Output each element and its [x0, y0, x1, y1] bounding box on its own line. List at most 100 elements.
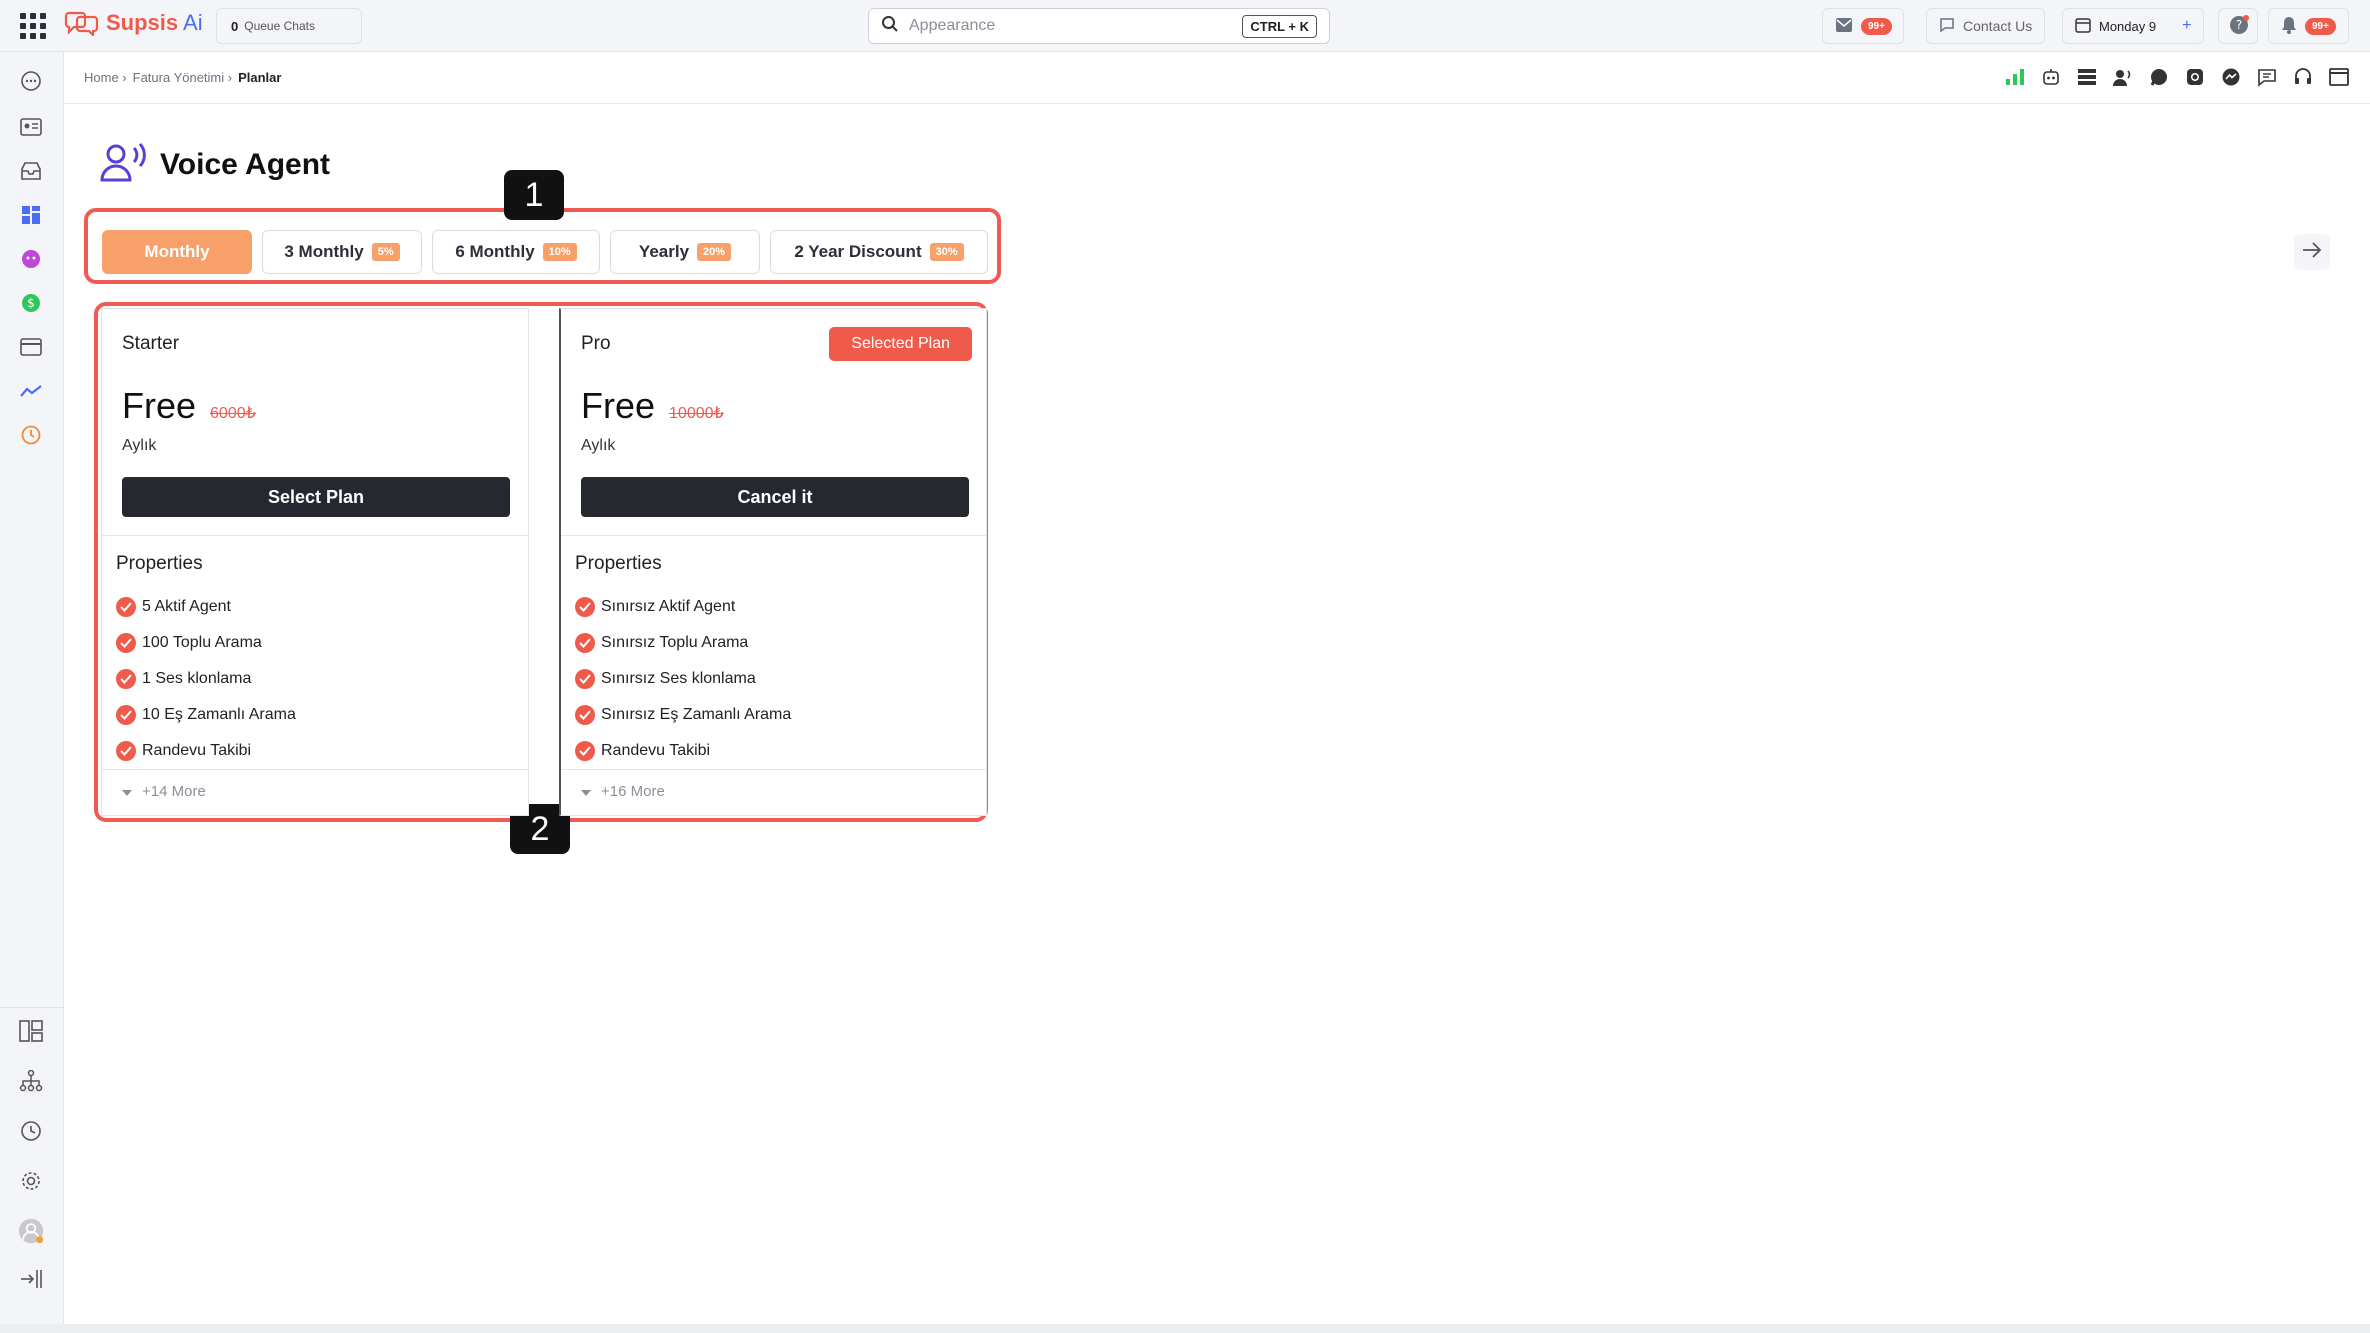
instagram-icon[interactable]	[2184, 66, 2206, 88]
check-icon	[575, 597, 595, 617]
mail-icon	[1835, 17, 1853, 36]
voice-agent-icon	[100, 142, 146, 187]
sidebar-clock-icon[interactable]	[18, 422, 44, 448]
plan-period: Aylık	[122, 437, 157, 454]
plan-name: Starter	[122, 333, 180, 354]
logo-icon	[64, 10, 100, 38]
date-label: Monday 9	[2099, 18, 2157, 34]
sidebar-hierarchy-icon[interactable]	[18, 1068, 44, 1094]
sidebar-billing-icon[interactable]	[18, 334, 44, 360]
check-icon	[575, 669, 595, 689]
mail-button[interactable]: 99+	[1822, 8, 1904, 44]
feature-label: Sınırsız Ses klonlama	[601, 670, 756, 687]
contact-us-button[interactable]: Contact Us	[1926, 8, 2046, 44]
queue-chats-button[interactable]: 0 Queue Chats	[216, 8, 362, 44]
billing-period-tabs: Monthly 3 Monthly 5% 6 Monthly 10% Yearly 2…	[102, 230, 988, 274]
sidebar-dashboard-icon[interactable]	[18, 202, 44, 228]
sidebar-chat-icon[interactable]	[18, 68, 44, 94]
sidebar-history-icon[interactable]	[18, 1118, 44, 1144]
notifications-button[interactable]: 99+	[2268, 8, 2349, 44]
feature-label: Sınırsız Toplu Arama	[601, 634, 749, 651]
marker-1: 1	[504, 170, 564, 220]
sidebar-settings-icon[interactable]	[18, 1168, 44, 1194]
list-icon[interactable]	[2076, 66, 2098, 88]
sidebar-avatar[interactable]	[18, 1218, 44, 1244]
card-divider	[102, 535, 528, 536]
messenger-icon[interactable]	[2220, 66, 2242, 88]
help-button[interactable]: ?	[2218, 8, 2258, 44]
plan-card-pro: Pro Selected Plan Free 10000₺ Aylık Canc…	[559, 308, 987, 816]
sidebar-divider	[0, 1007, 64, 1008]
show-more-label: +16 More	[601, 783, 665, 800]
voice-agent-icon[interactable]	[2112, 66, 2134, 88]
robot-icon[interactable]	[2040, 66, 2062, 88]
sidebar-analytics-icon[interactable]	[18, 378, 44, 404]
search-input[interactable]: Appearance	[909, 17, 1242, 35]
breadcrumb-home[interactable]: Home ›	[84, 70, 127, 85]
tab-yearly[interactable]: Yearly 20%	[610, 230, 760, 274]
calendar-icon	[2075, 17, 2091, 36]
breadcrumb-billing[interactable]: Fatura Yönetimi ›	[133, 70, 232, 85]
chat-bubble-icon	[1939, 17, 1955, 36]
apps-grid-icon[interactable]	[20, 13, 46, 39]
sidebar-contacts-icon[interactable]	[18, 114, 44, 140]
sidebar: $	[0, 52, 64, 1324]
scroll-right-button[interactable]	[2294, 234, 2330, 270]
svg-text:?: ?	[2236, 18, 2242, 32]
search-icon	[881, 15, 899, 38]
window-icon[interactable]	[2328, 66, 2350, 88]
select-plan-button[interactable]: Select Plan	[122, 477, 510, 517]
date-button[interactable]: Monday 9 +	[2062, 8, 2205, 44]
main-content: Home › Fatura Yönetimi › Planlar Voice A…	[64, 52, 2370, 1324]
properties-title: Properties	[575, 553, 662, 574]
feature-item: 5 Aktif Agent	[116, 589, 296, 625]
sidebar-collapse-icon[interactable]	[18, 1266, 44, 1292]
sms-icon[interactable]	[2256, 66, 2278, 88]
headset-icon[interactable]	[2292, 66, 2314, 88]
feature-label: Randevu Takibi	[601, 742, 711, 759]
sidebar-layout-icon[interactable]	[18, 1018, 44, 1044]
signal-icon[interactable]	[2004, 66, 2026, 88]
discount-badge: 5%	[371, 243, 400, 261]
queue-label: Queue Chats	[244, 19, 315, 33]
whatsapp-icon[interactable]	[2148, 66, 2170, 88]
page-title: Voice Agent	[160, 147, 331, 181]
queue-count: 0	[231, 18, 239, 34]
tab-label: Yearly	[638, 242, 690, 261]
sidebar-inbox-icon[interactable]	[18, 158, 44, 184]
logo[interactable]: Supsis Ai	[64, 10, 203, 38]
check-icon	[575, 633, 595, 653]
add-icon[interactable]: +	[2182, 17, 2191, 35]
check-icon	[575, 705, 595, 725]
plan-price: Free 6000₺	[122, 385, 256, 427]
feature-item: Randevu Takibi	[116, 733, 296, 769]
caret-down-icon	[122, 783, 132, 800]
contact-us-label: Contact Us	[1963, 18, 2033, 34]
plan-price: Free 10000₺	[581, 385, 724, 427]
search-shortcut: CTRL + K	[1242, 14, 1317, 38]
svg-text:$: $	[27, 296, 35, 310]
price-old: 6000₺	[210, 405, 256, 422]
tab-2-year[interactable]: 2 Year Discount 30%	[770, 230, 988, 274]
notifications-badge: 99+	[2305, 17, 2336, 35]
sidebar-money-icon[interactable]: $	[18, 290, 44, 316]
page-header: Voice Agent	[100, 142, 330, 187]
discount-badge: 10%	[542, 243, 577, 261]
cancel-plan-button[interactable]: Cancel it	[581, 477, 969, 517]
feature-label: Randevu Takibi	[142, 742, 252, 759]
price-current: Free	[122, 385, 197, 426]
plan-card-starter: Starter Free 6000₺ Aylık Select Plan Pro…	[101, 308, 529, 816]
check-icon	[116, 633, 136, 653]
show-more-button[interactable]: +14 More	[122, 783, 206, 800]
tab-monthly[interactable]: Monthly	[102, 230, 252, 274]
sidebar-bot-icon[interactable]	[18, 246, 44, 272]
plan-period: Aylık	[581, 437, 616, 454]
search-box[interactable]: Appearance CTRL + K	[868, 8, 1330, 44]
feature-item: 10 Eş Zamanlı Arama	[116, 697, 296, 733]
check-icon	[116, 705, 136, 725]
show-more-button[interactable]: +16 More	[581, 783, 665, 800]
price-current: Free	[581, 385, 656, 426]
tab-6-monthly[interactable]: 6 Monthly 10%	[432, 230, 600, 274]
feature-item: Sınırsız Toplu Arama	[575, 625, 791, 661]
tab-3-monthly[interactable]: 3 Monthly 5%	[262, 230, 422, 274]
